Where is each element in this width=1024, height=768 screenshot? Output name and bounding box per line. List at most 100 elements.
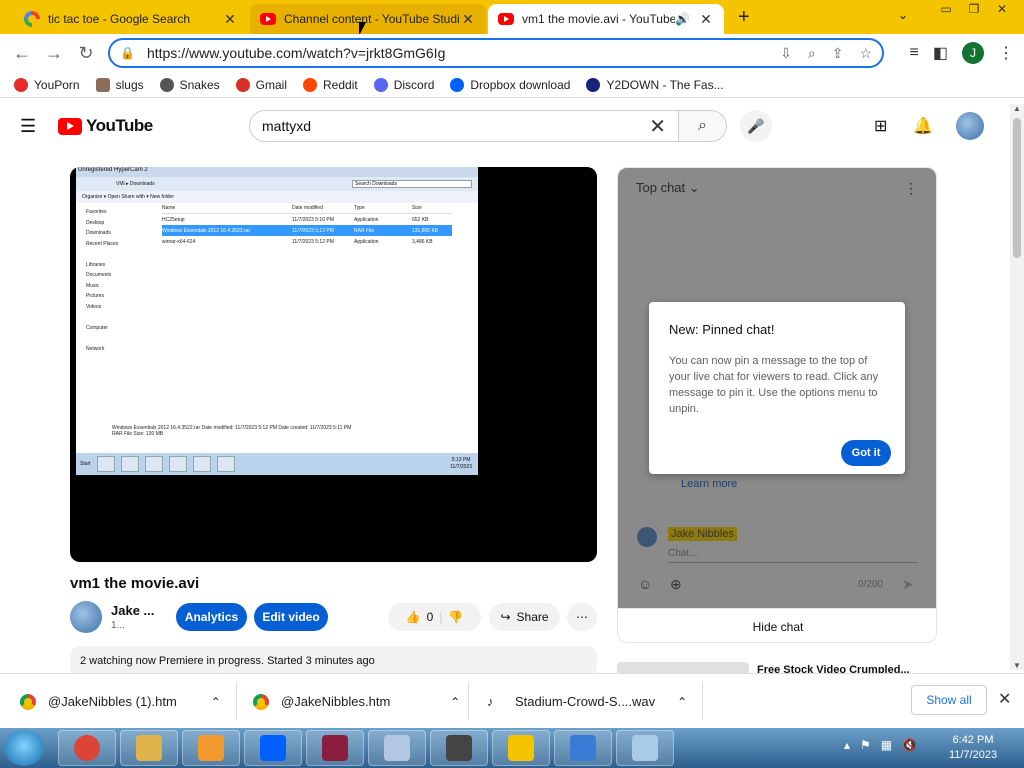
- chevron-up-icon[interactable]: ⌃: [211, 695, 221, 709]
- taskbar-chrome-button[interactable]: [58, 730, 116, 766]
- address-bar[interactable]: 🔒 https://www.youtube.com/watch?v=jrkt8G…: [108, 38, 884, 68]
- close-tab-icon[interactable]: ✕: [222, 11, 238, 28]
- search-value[interactable]: mattyxd: [262, 118, 311, 134]
- voice-search-button[interactable]: 🎤: [740, 110, 772, 142]
- tab-search-icon[interactable]: ⌄: [898, 8, 908, 22]
- network-icon[interactable]: ▦: [881, 738, 892, 752]
- start-button[interactable]: [4, 730, 44, 766]
- system-clock[interactable]: 6:42 PM 11/7/2023: [940, 733, 1006, 763]
- learn-more-link[interactable]: Learn more: [681, 478, 737, 490]
- install-app-icon[interactable]: ⇩: [780, 45, 792, 62]
- download-name: @JakeNibbles.htm: [281, 694, 391, 709]
- bookmark-item[interactable]: Dropbox download: [450, 77, 570, 92]
- profile-avatar[interactable]: J: [962, 42, 984, 64]
- bookmark-item[interactable]: Y2DOWN - The Fas...: [586, 77, 724, 92]
- scrollbar-thumb[interactable]: [1013, 118, 1021, 258]
- new-tab-button[interactable]: +: [738, 6, 750, 29]
- bookmark-item[interactable]: YouPorn: [14, 77, 80, 92]
- account-avatar[interactable]: [956, 112, 984, 140]
- taskbar-sketchbook-button[interactable]: [492, 730, 550, 766]
- close-tab-icon[interactable]: ✕: [460, 11, 476, 28]
- bookmark-label: Discord: [393, 77, 435, 92]
- thumbs-down-icon[interactable]: 👎: [448, 610, 463, 624]
- channel-name[interactable]: Jake ...: [111, 603, 154, 618]
- taskbar-hypercam-button[interactable]: [430, 730, 488, 766]
- reload-button[interactable]: ↻: [70, 43, 102, 64]
- media-control-icon[interactable]: ≡: [910, 44, 919, 62]
- bookmark-item[interactable]: Discord: [373, 77, 435, 92]
- search-input[interactable]: mattyxd ✕: [249, 110, 679, 142]
- notifications-bell-icon[interactable]: 🔔: [913, 116, 933, 136]
- taskbar-winrar-button[interactable]: [306, 730, 364, 766]
- close-window-button[interactable]: ✕: [988, 2, 1016, 20]
- page-scrollbar[interactable]: ▲ ▼: [1010, 104, 1024, 670]
- share-icon[interactable]: ⇪: [832, 45, 844, 62]
- chevron-up-icon[interactable]: ⌃: [450, 695, 460, 709]
- send-icon[interactable]: ➤: [902, 576, 914, 593]
- bookmark-item[interactable]: slugs: [95, 77, 144, 92]
- hide-chat-button[interactable]: Hide chat: [618, 608, 936, 642]
- download-item[interactable]: @JakeNibbles.htm ⌃: [253, 674, 460, 729]
- show-all-button[interactable]: Show all: [911, 685, 987, 715]
- scroll-down-icon[interactable]: ▼: [1013, 661, 1021, 670]
- download-name: Stadium-Crowd-S....wav: [515, 694, 656, 709]
- taskbar-photo-viewer-button[interactable]: [554, 730, 612, 766]
- download-item[interactable]: @JakeNibbles (1).htm ⌃: [20, 674, 221, 729]
- menu-icon[interactable]: ☰: [20, 116, 36, 137]
- top-chat-dropdown[interactable]: Top chat ⌄: [636, 180, 700, 196]
- lock-icon[interactable]: 🔒: [120, 46, 135, 60]
- bookmark-item[interactable]: Snakes: [159, 77, 220, 92]
- pinned-chat-popup: New: Pinned chat! You can now pin a mess…: [649, 302, 905, 474]
- tab-youtube-studio[interactable]: Channel content - YouTube Studio ✕: [250, 4, 486, 34]
- clock-time: 6:42 PM: [952, 734, 994, 746]
- popup-title: New: Pinned chat!: [669, 322, 775, 337]
- bookmark-star-icon[interactable]: ☆: [859, 45, 872, 62]
- taskbar-file-explorer-button[interactable]: [120, 730, 178, 766]
- bookmark-item[interactable]: Reddit: [303, 77, 358, 92]
- close-shelf-icon[interactable]: ✕: [998, 689, 1011, 709]
- recorded-file-cell: Application: [354, 216, 379, 223]
- flag-icon[interactable]: ⚑: [860, 738, 871, 752]
- scroll-up-icon[interactable]: ▲: [1013, 104, 1021, 113]
- close-tab-icon[interactable]: ✕: [698, 11, 714, 28]
- thumbs-up-icon[interactable]: 👍: [406, 610, 421, 624]
- chat-options-icon[interactable]: ⋮: [904, 180, 918, 197]
- zoom-icon[interactable]: ⌕: [808, 45, 816, 62]
- restore-button[interactable]: ❐: [960, 2, 988, 20]
- add-icon[interactable]: ⊕: [670, 576, 682, 593]
- youtube-logo[interactable]: YouTube: [58, 116, 153, 136]
- speaker-icon[interactable]: 🔊: [675, 12, 690, 26]
- more-actions-button[interactable]: ⋯: [567, 603, 597, 631]
- taskbar-dropbox-button[interactable]: [244, 730, 302, 766]
- tab-google-search[interactable]: tic tac toe - Google Search ✕: [14, 4, 248, 34]
- forward-button[interactable]: →: [38, 43, 70, 64]
- emoji-icon[interactable]: ☺: [638, 576, 652, 592]
- back-button[interactable]: ←: [6, 43, 38, 64]
- bookmark-item[interactable]: Gmail: [235, 77, 287, 92]
- got-it-button[interactable]: Got it: [841, 440, 891, 466]
- recorded-nav-item: Desktop: [86, 219, 105, 226]
- search-button[interactable]: ⌕: [679, 110, 727, 142]
- minimize-button[interactable]: ▭: [932, 2, 960, 20]
- tab-vm1-movie[interactable]: vm1 the movie.avi - YouTube 🔊 ✕: [488, 4, 724, 34]
- side-panel-icon[interactable]: ◧: [933, 43, 948, 63]
- download-item[interactable]: ♪ Stadium-Crowd-S....wav ⌃: [487, 674, 687, 729]
- taskbar-notepad-button[interactable]: [616, 730, 674, 766]
- taskbar-mspaint-button[interactable]: [368, 730, 426, 766]
- recommended-title[interactable]: Free Stock Video Crumpled...: [757, 664, 910, 673]
- chrome-menu-icon[interactable]: ⋮: [998, 43, 1014, 63]
- volume-muted-icon[interactable]: 🔇: [902, 738, 917, 752]
- share-button[interactable]: ↪ Share: [489, 603, 560, 631]
- analytics-button[interactable]: Analytics: [176, 603, 247, 631]
- chevron-up-icon[interactable]: ⌃: [677, 695, 687, 709]
- video-player[interactable]: Unregistered HyperCam 2 VMi ▸ Downloads …: [70, 167, 597, 562]
- edit-video-button[interactable]: Edit video: [254, 603, 328, 631]
- taskbar-media-player-button[interactable]: [182, 730, 240, 766]
- chat-input[interactable]: Chat...: [668, 548, 918, 563]
- channel-avatar[interactable]: [70, 601, 102, 633]
- show-hidden-icons[interactable]: ▴: [844, 738, 850, 752]
- url-text[interactable]: https://www.youtube.com/watch?v=jrkt8GmG…: [147, 45, 780, 61]
- create-video-icon[interactable]: ⊞: [874, 116, 887, 136]
- description-box[interactable]: 2 watching now Premiere in progress. Sta…: [70, 646, 597, 676]
- clear-search-icon[interactable]: ✕: [649, 114, 666, 139]
